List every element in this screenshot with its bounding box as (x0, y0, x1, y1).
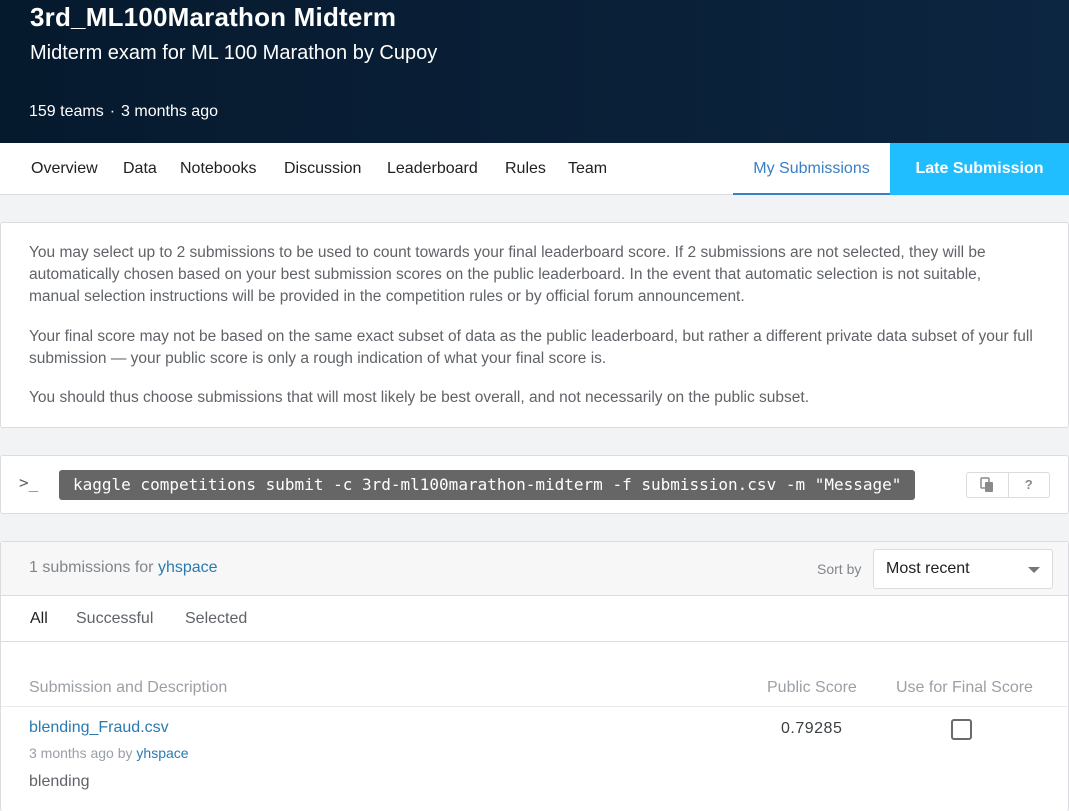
submission-filename-link[interactable]: blending_Fraud.csv (29, 719, 169, 737)
submission-meta: 3 months ago by yhspace (29, 745, 189, 761)
competition-header: 3rd_ML100Marathon Midterm Midterm exam f… (0, 0, 1069, 143)
column-header-description: Submission and Description (29, 679, 228, 696)
help-button[interactable]: ? (1007, 473, 1050, 497)
use-for-final-checkbox[interactable] (951, 719, 972, 740)
submissions-panel: 1 submissions for yhspace Sort by Most r… (0, 541, 1069, 811)
submissions-count-text: 1 submissions for (29, 559, 154, 576)
submission-info-panel: You may select up to 2 submissions to be… (0, 222, 1069, 428)
sort-label: Sort by (817, 561, 862, 577)
submissions-count: 1 submissions for yhspace (29, 559, 218, 577)
submission-age: 3 months ago by (29, 745, 133, 761)
copy-icon[interactable] (967, 473, 1008, 497)
cli-command[interactable]: kaggle competitions submit -c 3rd-ml100m… (59, 470, 916, 500)
teams-count: 159 teams (29, 103, 104, 120)
meta-separator: · (109, 103, 116, 120)
tab-rules[interactable]: Rules (505, 143, 546, 195)
filter-successful[interactable]: Successful (76, 610, 153, 628)
tab-my-submissions[interactable]: My Submissions (733, 143, 890, 195)
info-paragraph-selection: You may select up to 2 submissions to be… (29, 244, 986, 305)
public-score: 0.79285 (781, 720, 843, 737)
tab-discussion[interactable]: Discussion (284, 143, 361, 195)
competition-tabs: Overview Data Notebooks Discussion Leade… (0, 143, 1069, 195)
cli-actions: ? (966, 472, 1050, 498)
filter-selected[interactable]: Selected (185, 610, 247, 628)
competition-meta: 159 teams · 3 months ago (29, 103, 218, 121)
tab-team[interactable]: Team (568, 143, 607, 195)
submission-user-link[interactable]: yhspace (136, 745, 188, 761)
info-paragraph-choose: You should thus choose submissions that … (29, 389, 810, 406)
terminal-icon: >_ (19, 473, 39, 492)
column-header-use-final: Use for Final Score (896, 679, 1033, 696)
filter-all[interactable]: All (30, 610, 48, 628)
user-link[interactable]: yhspace (158, 559, 218, 576)
submission-description: blending (29, 773, 90, 790)
tab-notebooks[interactable]: Notebooks (180, 143, 257, 195)
info-paragraph-final-score: Your final score may not be based on the… (29, 328, 1033, 367)
competition-age: 3 months ago (121, 103, 218, 120)
competition-title: 3rd_ML100Marathon Midterm (30, 2, 397, 32)
late-submission-button[interactable]: Late Submission (890, 143, 1069, 195)
row-divider (1, 706, 1068, 707)
sort-select-value: Most recent (886, 560, 970, 577)
submission-filters: All Successful Selected (1, 596, 1068, 642)
chevron-down-icon (1028, 567, 1040, 573)
kaggle-cli-panel: >_ kaggle competitions submit -c 3rd-ml1… (0, 455, 1069, 514)
competition-subtitle: Midterm exam for ML 100 Marathon by Cupo… (30, 42, 438, 64)
sort-select[interactable]: Most recent (873, 549, 1053, 589)
tab-overview[interactable]: Overview (31, 143, 98, 195)
tab-leaderboard[interactable]: Leaderboard (387, 143, 478, 195)
tab-data[interactable]: Data (123, 143, 157, 195)
column-header-public-score: Public Score (767, 679, 857, 696)
submissions-header: 1 submissions for yhspace Sort by Most r… (1, 542, 1068, 596)
